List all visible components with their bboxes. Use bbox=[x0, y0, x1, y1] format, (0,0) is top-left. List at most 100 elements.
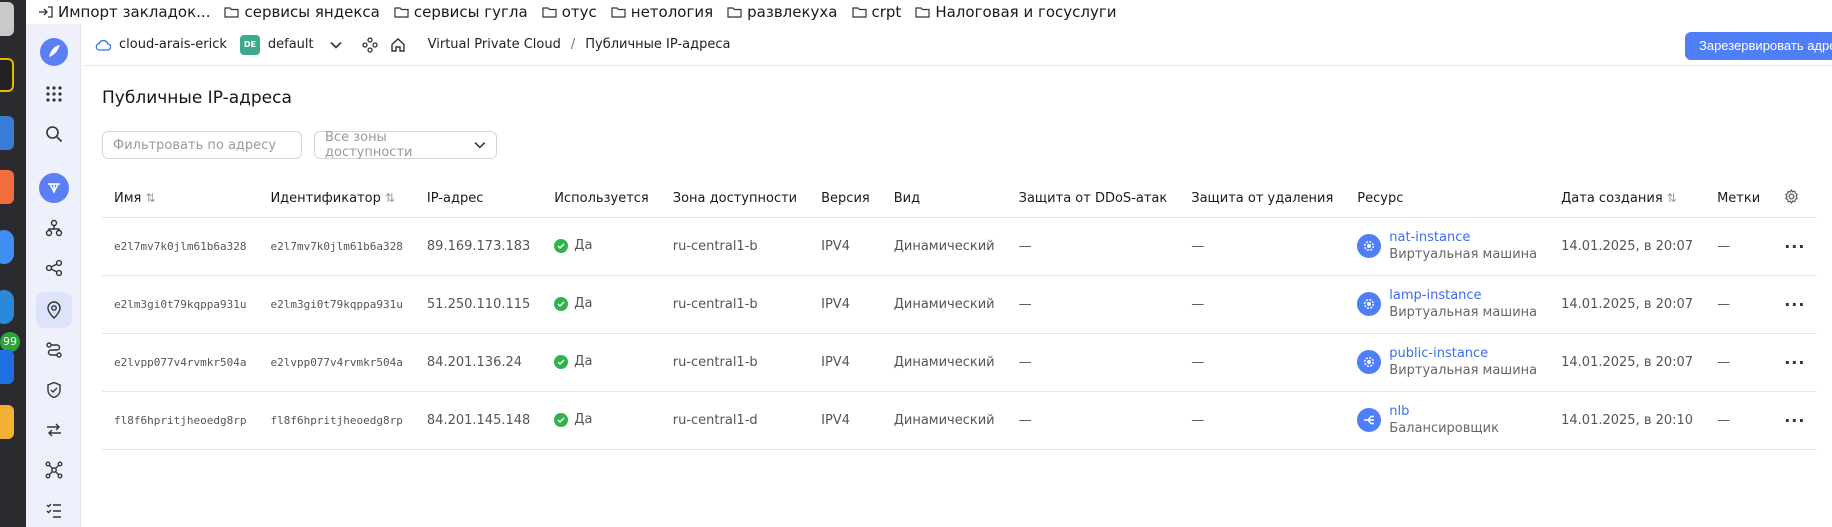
cell-name[interactable]: fl8f6hpritjheoedg8rp bbox=[102, 390, 259, 450]
search-icon bbox=[46, 126, 63, 143]
bookmark-folder[interactable]: сервисы яндекса bbox=[224, 3, 380, 21]
breadcrumb-service[interactable]: Virtual Private Cloud bbox=[428, 37, 561, 52]
folder-icon bbox=[851, 7, 867, 18]
bookmark-folder[interactable]: Налоговая и госуслуги bbox=[915, 3, 1117, 21]
cell-resource: public-instance Виртуальная машина bbox=[1345, 332, 1550, 391]
cell-name[interactable]: e2lm3gi0t79kqppa931u bbox=[102, 274, 259, 333]
folder-selector[interactable]: DE default bbox=[239, 34, 342, 55]
column-header-created[interactable]: Дата создания ⇅ bbox=[1549, 181, 1705, 217]
row-actions[interactable]: ··· bbox=[1772, 332, 1818, 391]
cloud-selector[interactable]: cloud-arais-erick bbox=[95, 37, 227, 52]
home-button[interactable] bbox=[388, 35, 408, 55]
dock-app-icon[interactable] bbox=[0, 170, 14, 204]
column-header-ddos: Защита от DDoS-атак bbox=[1018, 191, 1168, 207]
import-icon bbox=[39, 6, 53, 18]
nav-operations[interactable] bbox=[36, 492, 72, 527]
share-nodes-icon bbox=[45, 259, 63, 277]
nav-security-groups[interactable] bbox=[36, 372, 72, 408]
console-sidebar bbox=[26, 24, 81, 527]
column-header-id[interactable]: Идентификатор ⇅ bbox=[258, 181, 414, 217]
bookmark-label: отус bbox=[561, 3, 597, 21]
cell-created: 14.01.2025, в 20:10 bbox=[1549, 390, 1706, 450]
cell-kind: Динамический bbox=[881, 332, 1007, 391]
row-actions[interactable]: ··· bbox=[1772, 274, 1818, 333]
sort-icon[interactable]: ⇅ bbox=[145, 191, 155, 205]
cell-name[interactable]: e2lvpp077v4rvmkr504a bbox=[102, 332, 259, 391]
more-actions-icon[interactable]: ··· bbox=[1784, 353, 1805, 372]
bookmark-folder[interactable]: развлекуха bbox=[727, 3, 838, 21]
column-header-used: Используется bbox=[554, 191, 649, 207]
cell-id: e2lvpp077v4rvmkr504a bbox=[258, 332, 415, 391]
bookmark-folder[interactable]: отус bbox=[542, 3, 597, 21]
sort-icon[interactable]: ⇅ bbox=[385, 191, 395, 205]
nav-ip-addresses[interactable] bbox=[36, 292, 72, 328]
more-actions-icon[interactable]: ··· bbox=[1784, 411, 1805, 430]
nav-subnets[interactable] bbox=[36, 250, 72, 286]
resource-link[interactable]: nlb bbox=[1389, 403, 1499, 420]
bookmark-folder[interactable]: crpt bbox=[851, 3, 901, 21]
table-row[interactable]: e2lm3gi0t79kqppa931u e2lm3gi0t79kqppa931… bbox=[102, 274, 1818, 333]
filter-placeholder: Фильтровать по адресу bbox=[113, 137, 277, 153]
dock-app-icon[interactable] bbox=[0, 350, 14, 384]
cell-kind: Динамический bbox=[881, 390, 1007, 450]
folder-icon bbox=[394, 7, 409, 18]
nav-networks[interactable] bbox=[36, 210, 72, 246]
zone-select[interactable]: Все зоны доступности bbox=[314, 130, 497, 160]
resource-link[interactable]: lamp-instance bbox=[1389, 287, 1537, 304]
grid-icon bbox=[46, 86, 62, 102]
cell-name[interactable]: e2l7mv7k0jlm61b6a328 bbox=[102, 216, 259, 275]
console-header: cloud-arais-erick DE default Virtual Pri… bbox=[82, 24, 1832, 66]
all-services-button[interactable] bbox=[36, 76, 72, 112]
zone-select-value: Все зоны доступности bbox=[325, 130, 413, 160]
column-header-labels: Метки bbox=[1717, 191, 1761, 207]
row-actions[interactable]: ··· bbox=[1772, 390, 1818, 450]
dock-app-icon[interactable] bbox=[0, 290, 14, 324]
reserve-address-button[interactable]: Зарезервировать адрес bbox=[1685, 32, 1832, 60]
table-settings[interactable] bbox=[1772, 181, 1817, 217]
more-actions-icon[interactable]: ··· bbox=[1784, 295, 1805, 314]
cell-labels: — bbox=[1705, 390, 1773, 450]
table-row[interactable]: e2lvpp077v4rvmkr504a e2lvpp077v4rvmkr504… bbox=[102, 332, 1818, 391]
gear-icon[interactable] bbox=[1784, 189, 1799, 205]
location-pin-icon bbox=[47, 301, 61, 319]
cell-labels: — bbox=[1705, 216, 1773, 275]
bookmark-folder[interactable]: сервисы гугла bbox=[394, 3, 528, 21]
cell-kind: Динамический bbox=[881, 216, 1007, 275]
bookmark-label: нетология bbox=[630, 3, 714, 21]
dock-app-icon[interactable] bbox=[0, 116, 14, 150]
table-row[interactable]: e2l7mv7k0jlm61b6a328 e2l7mv7k0jlm61b6a32… bbox=[102, 216, 1818, 275]
services-map-button[interactable] bbox=[360, 35, 380, 55]
yandex-cloud-logo[interactable] bbox=[36, 34, 72, 70]
dock-app-icon[interactable] bbox=[0, 230, 14, 264]
bookmark-import[interactable]: Импорт закладок... bbox=[38, 3, 210, 21]
nav-topology[interactable] bbox=[36, 452, 72, 488]
check-circle-icon bbox=[554, 354, 569, 369]
table-row[interactable]: fl8f6hpritjheoedg8rp fl8f6hpritjheoedg8r… bbox=[102, 390, 1818, 450]
ip-addresses-table: Имя ⇅ Идентификатор ⇅ IP-адрес Используетс… bbox=[102, 181, 1818, 450]
dock-app-icon[interactable] bbox=[0, 58, 14, 92]
cloud-name: cloud-arais-erick bbox=[119, 37, 227, 52]
resource-link[interactable]: public-instance bbox=[1389, 345, 1537, 362]
cell-zone: ru-central1-d bbox=[660, 390, 810, 450]
nav-gateways[interactable] bbox=[36, 412, 72, 448]
cell-used: Да bbox=[542, 274, 661, 333]
row-actions[interactable]: ··· bbox=[1772, 216, 1818, 275]
dock-app-icon[interactable] bbox=[0, 405, 14, 439]
resource-link[interactable]: nat-instance bbox=[1389, 229, 1537, 246]
table-header-row: Имя ⇅ Идентификатор ⇅ IP-адрес Используетс… bbox=[102, 181, 1817, 217]
more-actions-icon[interactable]: ··· bbox=[1784, 237, 1805, 256]
column-label: Имя bbox=[114, 191, 142, 207]
nav-routes[interactable] bbox=[36, 332, 72, 368]
search-button[interactable] bbox=[36, 116, 72, 152]
cell-id: e2lm3gi0t79kqppa931u bbox=[258, 274, 415, 333]
vm-icon bbox=[1357, 234, 1382, 258]
column-header-name[interactable]: Имя ⇅ bbox=[102, 181, 258, 217]
dock-app-icon[interactable] bbox=[0, 2, 14, 36]
bookmark-folder[interactable]: нетология bbox=[611, 3, 713, 21]
cell-deletion-protection: — bbox=[1179, 216, 1346, 275]
nodes-icon bbox=[361, 36, 378, 53]
address-filter-input[interactable]: Фильтровать по адресу bbox=[102, 131, 302, 159]
vpc-service-button[interactable] bbox=[36, 170, 72, 206]
column-header-kind: Вид bbox=[893, 191, 921, 207]
sort-icon[interactable]: ⇅ bbox=[1667, 191, 1677, 205]
